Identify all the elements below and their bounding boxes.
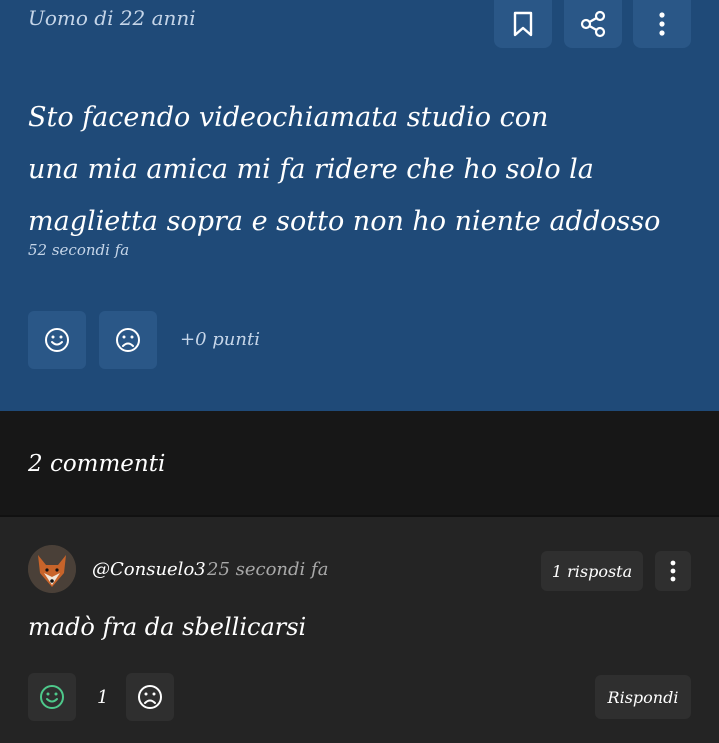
more-vertical-icon [670, 560, 676, 582]
comment-item: @Consuelo3 25 secondi fa 1 risposta madò… [0, 515, 719, 743]
post-timestamp: 52 secondi fa [28, 241, 130, 259]
post-text-line: Sto facendo videochiamata studio con [28, 102, 549, 133]
share-button[interactable] [564, 0, 622, 48]
post-text: Sto facendo videochiamata studio con una… [28, 92, 698, 248]
frown-icon [116, 328, 140, 352]
smile-icon [45, 328, 69, 352]
reply-button[interactable]: Rispondi [595, 675, 691, 719]
comments-count-title: 2 commenti [28, 451, 166, 477]
bookmark-button[interactable] [494, 0, 552, 48]
avatar[interactable] [28, 545, 76, 593]
post-card: Uomo di 22 anni Sto facendo videochiamat… [0, 0, 719, 411]
comments-header: 2 commenti [0, 411, 719, 515]
comment-dislike-button[interactable] [126, 673, 174, 721]
comment-score: 1 [97, 687, 109, 708]
comment-more-button[interactable] [655, 551, 691, 591]
share-icon [580, 10, 606, 38]
dislike-button[interactable] [99, 311, 157, 369]
more-vertical-icon [659, 12, 665, 36]
comment-text: madò fra da sbellicarsi [28, 613, 307, 641]
bookmark-icon [513, 11, 533, 37]
smile-icon [40, 685, 64, 709]
frown-icon [138, 685, 162, 709]
post-author: Uomo di 22 anni [28, 6, 196, 30]
replies-count-button[interactable]: 1 risposta [541, 551, 643, 591]
like-button[interactable] [28, 311, 86, 369]
comment-timestamp: 25 secondi fa [207, 559, 329, 580]
post-points: +0 punti [180, 329, 260, 350]
comment-username[interactable]: @Consuelo3 [92, 559, 206, 580]
fox-avatar-icon [28, 545, 76, 593]
more-options-button[interactable] [633, 0, 691, 48]
comment-like-button[interactable] [28, 673, 76, 721]
post-text-line: una mia amica mi fa ridere che ho solo l… [28, 154, 594, 185]
